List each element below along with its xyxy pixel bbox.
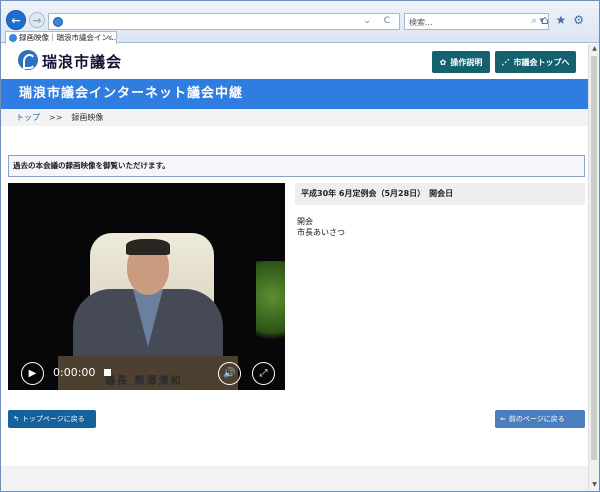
favorites-star-icon[interactable]: ★	[555, 13, 573, 27]
gear-icon[interactable]: ⚙	[573, 13, 591, 27]
scroll-down-icon[interactable]: ▼	[590, 481, 599, 490]
notice-box: 過去の本会議の録画映像を御覧いただけます。	[8, 155, 585, 177]
session-item[interactable]: 開会	[297, 216, 345, 227]
help-button-label: 操作説明	[450, 57, 483, 67]
browser-toolbar: ← → ⌄ C 検索... ⌕ ▾ ⌂★⚙ 録画映像｜瑞浪市議会イン... ×	[1, 1, 599, 44]
home-icon[interactable]: ⌂	[541, 13, 556, 27]
session-heading: 平成30年 6月定例会（5月28日） 開会日	[295, 183, 585, 205]
council-top-label: 市議会トップへ	[513, 57, 570, 67]
council-top-button[interactable]: ⋰ 市議会トップへ	[495, 51, 576, 73]
forward-button[interactable]: →	[29, 12, 45, 28]
video-plant	[256, 261, 285, 351]
vertical-scrollbar[interactable]: ▲ ▼	[588, 44, 599, 491]
page-banner: 瑞浪市議会インターネット議会中継	[1, 79, 588, 109]
web-page: 瑞浪市議会 ✿ 操作説明 ⋰ 市議会トップへ 瑞浪市議会インターネット議会中継 …	[1, 44, 588, 491]
left-arrow-icon: ⇐	[500, 415, 506, 423]
breadcrumb: トップ >> 録画映像	[1, 109, 588, 126]
refresh-icon[interactable]: ⌄ C	[363, 16, 395, 26]
close-icon[interactable]: ×	[107, 32, 113, 44]
play-button[interactable]: ▶	[21, 362, 44, 385]
back-to-previous-button[interactable]: ⇐ 前のページに戻る	[495, 410, 585, 428]
breadcrumb-current: 録画映像	[71, 113, 104, 122]
back-to-previous-label: 前のページに戻る	[508, 415, 565, 423]
back-button[interactable]: ←	[6, 10, 26, 30]
volume-button[interactable]: 🔊	[218, 362, 241, 385]
tab-title: 録画映像｜瑞浪市議会イン...	[19, 33, 117, 42]
browser-window: ← → ⌄ C 検索... ⌕ ▾ ⌂★⚙ 録画映像｜瑞浪市議会イン... × …	[0, 0, 600, 492]
video-person-hair	[126, 239, 170, 255]
video-player[interactable]: 議長 熊澤清和 ▶ 0:00:00 🔊 ⤢	[8, 183, 285, 390]
search-placeholder: 検索...	[409, 18, 433, 27]
city-logo-icon	[18, 50, 38, 70]
session-item[interactable]: 市長あいさつ	[297, 227, 345, 238]
fullscreen-button[interactable]: ⤢	[252, 362, 275, 385]
video-time: 0:00:00	[53, 366, 96, 379]
scroll-up-icon[interactable]: ▲	[590, 45, 599, 54]
search-input[interactable]: 検索... ⌕ ▾	[404, 13, 549, 30]
session-item-list: 開会 市長あいさつ	[297, 216, 345, 238]
back-to-top-label: トップページに戻る	[21, 415, 85, 423]
browser-icons: ⌂★⚙	[541, 13, 591, 27]
breadcrumb-separator: >>	[49, 113, 63, 122]
scroll-thumb[interactable]	[591, 56, 597, 460]
page-footer	[1, 466, 588, 491]
help-button[interactable]: ✿ 操作説明	[432, 51, 490, 73]
globe-icon	[53, 17, 63, 27]
flower-icon: ✿	[439, 57, 447, 67]
address-bar[interactable]: ⌄ C	[48, 13, 400, 30]
breadcrumb-top-link[interactable]: トップ	[16, 113, 40, 122]
video-nameplate: 議長 熊澤清和	[105, 376, 183, 387]
site-logo-text[interactable]: 瑞浪市議会	[42, 51, 122, 72]
stairs-icon: ⋰	[501, 57, 510, 67]
site-header: 瑞浪市議会 ✿ 操作説明 ⋰ 市議会トップへ	[1, 44, 588, 80]
back-to-top-button[interactable]: ↰ トップページに戻る	[8, 410, 96, 428]
return-arrow-icon: ↰	[13, 415, 19, 423]
site-favicon-icon	[9, 34, 17, 42]
stop-icon[interactable]	[104, 369, 111, 376]
browser-tab[interactable]: 録画映像｜瑞浪市議会イン... ×	[5, 31, 117, 44]
